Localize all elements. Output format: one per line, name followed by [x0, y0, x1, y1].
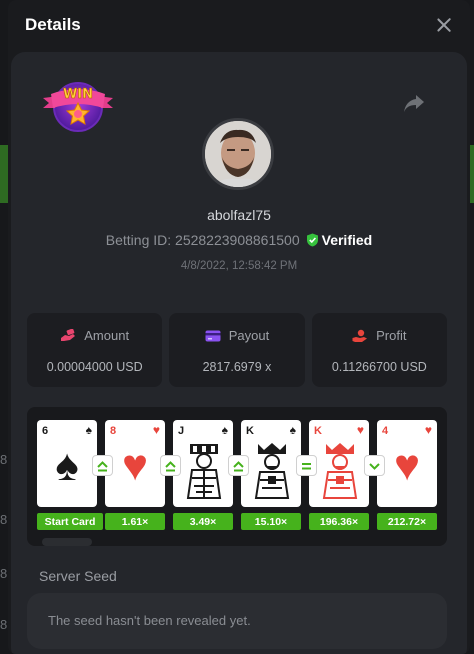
background-number: 8 [0, 512, 8, 527]
profit-hand-icon [352, 329, 368, 342]
heart-icon: ♥ [152, 423, 160, 437]
higher-or-equal-icon [92, 455, 113, 476]
king-face-icon [254, 443, 290, 499]
details-panel: WIN abolfazl75 Betting ID: 2528223908861… [11, 52, 467, 654]
betting-id-row: Betting ID: 2528223908861500 Verified [11, 232, 467, 248]
stat-profit-label: Profit [376, 328, 407, 343]
cards-history[interactable]: 6 ♠ ♠ 8 ♥ ♥ J ♠ K ♠ K ♥ 4 ♥ ♥ Start Card… [27, 407, 447, 546]
multiplier-label: 15.10× [241, 513, 301, 530]
player-avatar-image [205, 121, 271, 187]
heart-icon: ♥ [424, 423, 432, 437]
multiplier-label: 3.49× [173, 513, 233, 530]
card-3: J ♠ [173, 420, 233, 507]
horizontal-scrollbar-thumb[interactable] [42, 538, 92, 546]
details-modal: Details WIN abolfazl75 Betting ID: 25282… [8, 0, 470, 654]
heart-icon: ♥ [393, 441, 421, 490]
jack-face-icon [186, 444, 222, 499]
background-number: 8 [0, 617, 8, 632]
heart-icon: ♥ [356, 423, 364, 437]
avatar [202, 118, 274, 190]
stat-payout-value: 2817.6979 x [202, 360, 272, 374]
equal-icon [296, 455, 317, 476]
card-6: 4 ♥ ♥ [377, 420, 437, 507]
multiplier-label: 212.72× [377, 513, 437, 530]
card-rank: 8 [110, 425, 117, 437]
payout-card-icon [205, 330, 221, 341]
server-seed-field: The seed hasn't been revealed yet. [27, 593, 447, 649]
background-number: 8 [0, 566, 8, 581]
multiplier-label: Start Card [37, 513, 103, 530]
card-rank: K [246, 425, 254, 437]
card-rank: K [314, 425, 322, 437]
stat-amount: Amount 0.00004000 USD [27, 313, 163, 387]
share-icon[interactable] [402, 92, 426, 114]
higher-or-equal-icon [228, 455, 249, 476]
modal-header: Details [8, 0, 470, 50]
card-4: K ♠ [241, 420, 301, 507]
modal-title: Details [25, 15, 81, 34]
spade-icon: ♠ [85, 423, 92, 437]
betting-id: Betting ID: 2528223908861500 [105, 232, 300, 248]
card-rank: 4 [382, 425, 389, 437]
close-icon[interactable] [436, 17, 452, 33]
multiplier-label: 1.61× [105, 513, 165, 530]
king-face-icon [322, 443, 358, 499]
spade-icon: ♠ [55, 441, 79, 490]
multiplier-label: 196.36× [309, 513, 369, 530]
stat-payout-label: Payout [228, 328, 270, 343]
card-2: 8 ♥ ♥ [105, 420, 165, 507]
card-5: K ♥ [309, 420, 369, 507]
bet-timestamp: 4/8/2022, 12:58:42 PM [180, 260, 298, 272]
win-badge-icon: WIN [43, 82, 113, 132]
stat-profit: Profit 0.11266700 USD [311, 313, 447, 387]
spade-icon: ♠ [289, 423, 296, 437]
spade-icon: ♠ [221, 423, 228, 437]
card-rank: 6 [42, 425, 49, 437]
stat-amount-value: 0.00004000 USD [46, 360, 143, 374]
username: abolfazl75 [207, 207, 271, 223]
lower-or-equal-icon [364, 455, 385, 476]
server-seed-label: Server Seed [39, 568, 117, 584]
stat-profit-value: 0.11266700 USD [331, 360, 427, 374]
stats-row: Amount 0.00004000 USD Payout 2817.6979 x [27, 313, 447, 387]
background-number: 8 [0, 452, 8, 467]
amount-icon [61, 328, 76, 341]
verified-label: Verified [321, 232, 373, 248]
card-rank: J [178, 425, 185, 437]
card-1: 6 ♠ ♠ [37, 420, 97, 507]
win-badge-text: WIN [63, 87, 93, 102]
stat-amount-label: Amount [84, 328, 130, 343]
shield-check-icon [306, 233, 318, 247]
stat-payout: Payout 2817.6979 x [169, 313, 305, 387]
higher-or-equal-icon [160, 455, 181, 476]
verified-badge: Verified [306, 232, 373, 248]
heart-icon: ♥ [121, 441, 149, 490]
